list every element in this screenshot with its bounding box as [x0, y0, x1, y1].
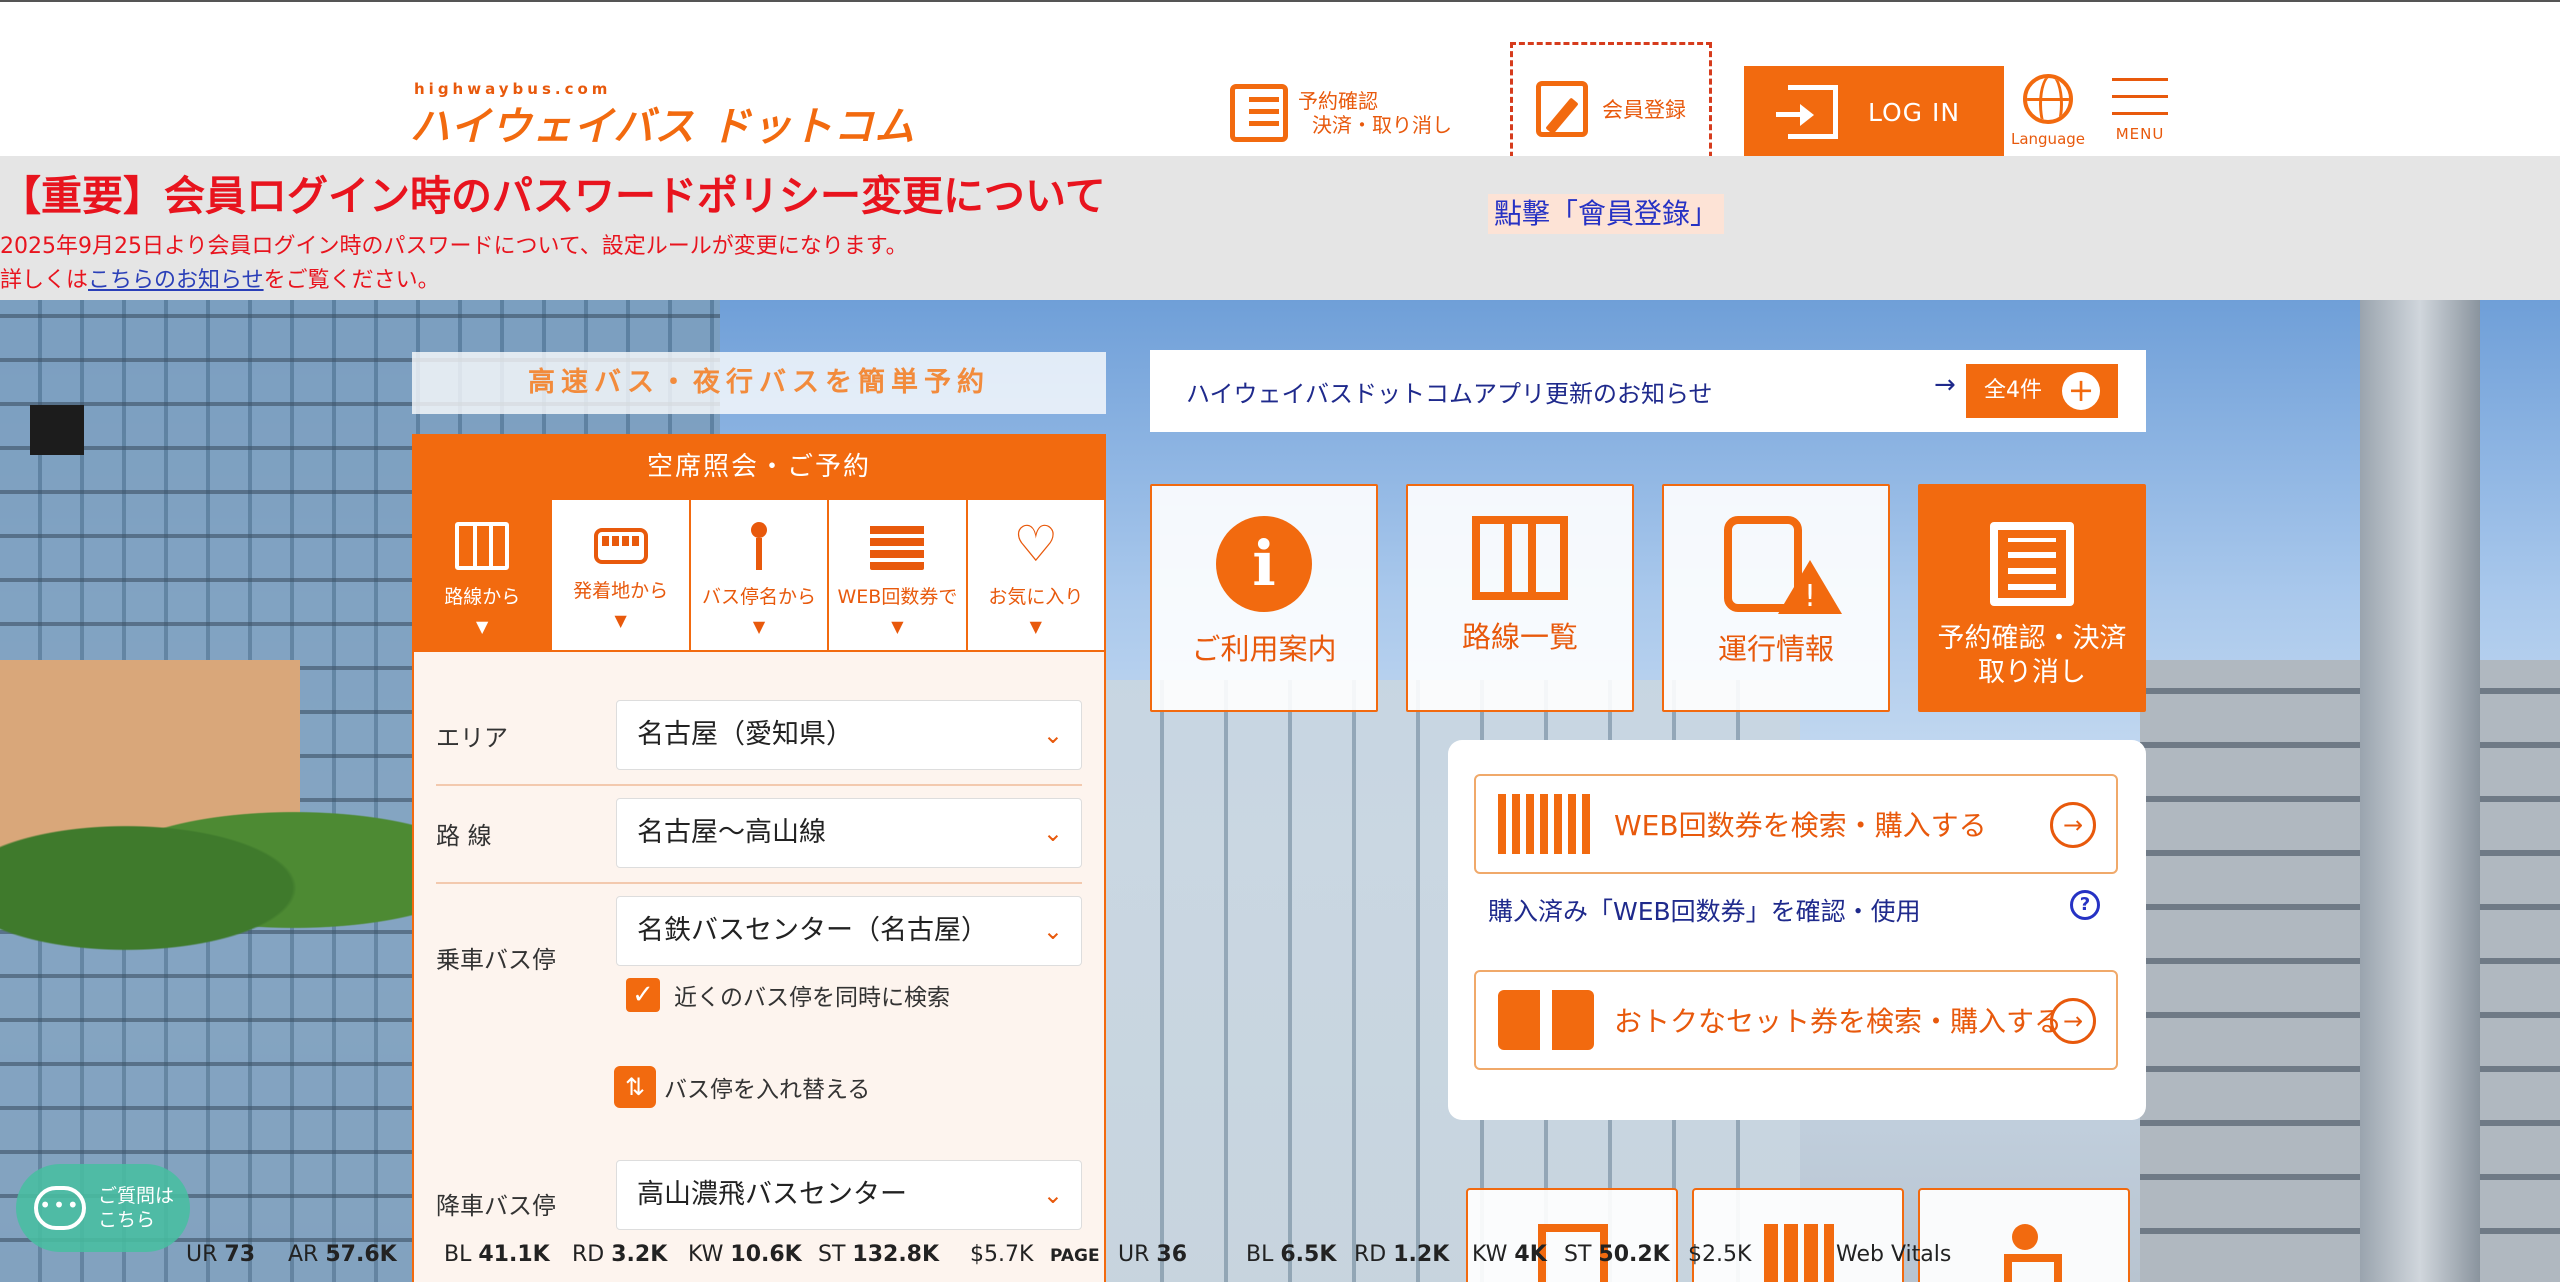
help-icon[interactable]: ?: [2070, 890, 2100, 920]
notice-line1: 2025年9月25日より会員ログイン時のパスワードについて、設定ルールが変更にな…: [0, 234, 908, 259]
search-panel-title: 空席照会・ご予約: [414, 436, 1104, 500]
set-ticket-search-button[interactable]: おトクなセット券を検索・購入する →: [1474, 970, 2118, 1070]
usage-guide-tile[interactable]: i ご利用案内: [1150, 484, 1378, 712]
web-ticket-icon: [1498, 794, 1594, 854]
list-icon: [1990, 522, 2074, 606]
tab-by-route[interactable]: 路線から ▼: [414, 500, 553, 650]
area-row: エリア 名古屋（愛知県） ⌄: [436, 700, 1082, 772]
hamburger-icon: [2112, 78, 2168, 81]
swap-icon: ⇅: [614, 1066, 656, 1108]
boarding-stop-label: 乗車バス停: [436, 946, 556, 974]
route-row: 路 線 名古屋～高山線 ⌄: [436, 798, 1082, 870]
chevron-down-icon: ⌄: [1042, 721, 1063, 749]
pen-icon: [1536, 81, 1588, 137]
login-label: LOG IN: [1867, 97, 1961, 127]
arrow-right-icon: →: [1934, 370, 1956, 400]
route-list-tile[interactable]: 路線一覧: [1406, 484, 1634, 712]
alighting-stop-select[interactable]: 高山濃飛バスセンター ⌄: [616, 1160, 1082, 1230]
reservation-check-tile[interactable]: 予約確認・決済 取り消し: [1918, 484, 2146, 712]
search-tabs: 路線から ▼ 発着地から ▼ バス停名から ▼ WEB回数券で ▼ ♡ お気に入…: [414, 500, 1105, 652]
language-button[interactable]: Language: [2010, 74, 2086, 148]
arrow-circle-icon: →: [2050, 998, 2096, 1044]
important-notice: 【重要】会員ログイン時のパスワードポリシー変更について 2025年9月25日より…: [0, 156, 2560, 300]
web-vitals-bar: UR 73 AR 57.6K BL 41.1K RD 3.2K KW 10.6K…: [186, 1242, 1952, 1267]
news-link[interactable]: ハイウェイバスドットコムアプリ更新のお知らせ: [1186, 374, 1713, 409]
all-news-button[interactable]: 全4件 +: [1966, 364, 2118, 418]
notice-line2: 詳しくはこちらのお知らせをご覧ください。: [0, 268, 440, 293]
tab-by-place[interactable]: 発着地から ▼: [552, 500, 691, 650]
set-ticket-icon: [1498, 990, 1594, 1050]
checkbox-checked-icon: ✓: [626, 978, 660, 1012]
nearby-stops-label: 近くのバス停を同時に検索: [674, 985, 950, 1011]
bus-stop-icon: [749, 522, 769, 570]
route-label: 路 線: [436, 822, 492, 850]
reservation-check-label: 予約確認 決済・取り消し: [1298, 89, 1452, 137]
arrow-circle-icon: →: [2050, 802, 2096, 848]
ticket-card: WEB回数券を検索・購入する → 購入済み「WEB回数券」を確認・使用 ? おト…: [1448, 740, 2146, 1120]
language-label: Language: [2010, 130, 2086, 148]
chevron-down-icon: ⌄: [1042, 917, 1063, 945]
heart-icon: ♡: [1013, 515, 1059, 573]
info-icon: i: [1216, 516, 1312, 612]
menu-button[interactable]: MENU: [2112, 78, 2168, 143]
swap-stops-label: バス停を入れ替える: [664, 1077, 871, 1103]
login-door-icon: [1775, 85, 1838, 139]
menu-label: MENU: [2115, 125, 2165, 143]
notice-title: 【重要】会員ログイン時のパスワードポリシー変更について: [0, 172, 1106, 220]
search-tagline: 高速バス・夜行バスを簡単予約: [412, 352, 1106, 414]
login-button[interactable]: LOG IN: [1744, 66, 2004, 158]
map-icon: [1472, 516, 1568, 600]
tab-by-web-ticket[interactable]: WEB回数券で ▼: [829, 500, 968, 650]
bus-alert-icon: [1724, 516, 1842, 614]
news-bar: ハイウェイバスドットコムアプリ更新のお知らせ → 全4件 +: [1150, 350, 2146, 432]
tab-favorites[interactable]: ♡ お気に入り ▼: [967, 500, 1105, 650]
boarding-stop-select[interactable]: 名鉄バスセンター（名古屋） ⌄: [616, 896, 1082, 966]
ticket-icon: [870, 522, 925, 570]
web-ticket-search-button[interactable]: WEB回数券を検索・購入する →: [1474, 774, 2118, 874]
alighting-stop-label: 降車バス停: [436, 1192, 556, 1220]
plus-icon: +: [2062, 372, 2100, 410]
route-select[interactable]: 名古屋～高山線 ⌄: [616, 798, 1082, 868]
register-hint-annotation: 點擊「會員登錄」: [1488, 194, 1725, 234]
purchased-ticket-link[interactable]: 購入済み「WEB回数券」を確認・使用: [1488, 892, 1921, 928]
hero-background: [0, 300, 2560, 1282]
member-register-label: 会員登録: [1602, 98, 1686, 122]
site-logo[interactable]: ハイウェイバス ドットコム: [410, 94, 915, 152]
chevron-down-icon: ⌄: [1042, 1181, 1063, 1209]
site-header: highwaybus.com ハイウェイバス ドットコム 予約確認 決済・取り消…: [0, 2, 2560, 176]
chat-bubble-icon: •••: [34, 1186, 86, 1230]
notice-link[interactable]: こちらのお知らせ: [88, 268, 264, 293]
reservation-check-link[interactable]: 予約確認 決済・取り消し: [1230, 80, 1480, 146]
tab-by-stop-name[interactable]: バス停名から ▼: [690, 500, 830, 650]
list-icon: [1230, 84, 1288, 142]
map-icon: [455, 522, 510, 570]
globe-icon: [2023, 74, 2073, 124]
swap-stops-button[interactable]: ⇅ バス停を入れ替える: [614, 1066, 870, 1108]
bus-icon: [593, 528, 648, 564]
nearby-stops-checkbox[interactable]: ✓ 近くのバス停を同時に検索: [626, 978, 950, 1012]
area-label: エリア: [436, 724, 508, 752]
boarding-stop-row: 乗車バス停 名鉄バスセンター（名古屋） ⌄: [436, 896, 1082, 974]
area-select[interactable]: 名古屋（愛知県） ⌄: [616, 700, 1082, 770]
alighting-stop-row: 降車バス停 高山濃飛バスセンター ⌄: [436, 1160, 1082, 1232]
operation-info-tile[interactable]: 運行情報: [1662, 484, 1890, 712]
chevron-down-icon: ⌄: [1042, 819, 1063, 847]
